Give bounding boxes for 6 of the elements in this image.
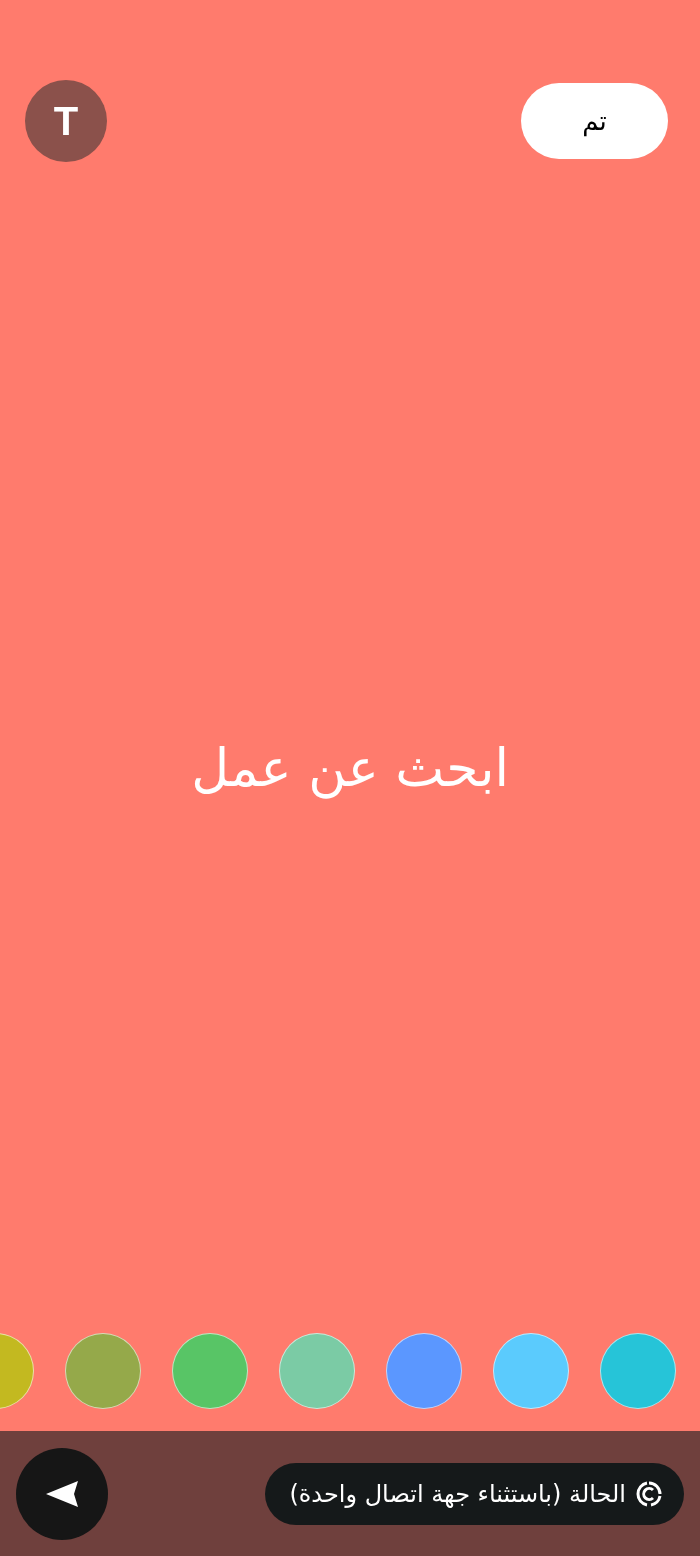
done-button[interactable]: تم [521, 83, 668, 159]
send-arrow-icon [44, 1478, 80, 1509]
text-style-button[interactable]: T [25, 80, 107, 162]
status-icon [636, 1480, 662, 1507]
status-text: ابحث عن عمل [191, 737, 509, 798]
audience-chip[interactable]: الحالة (باستثناء جهة اتصال واحدة) [265, 1462, 684, 1525]
